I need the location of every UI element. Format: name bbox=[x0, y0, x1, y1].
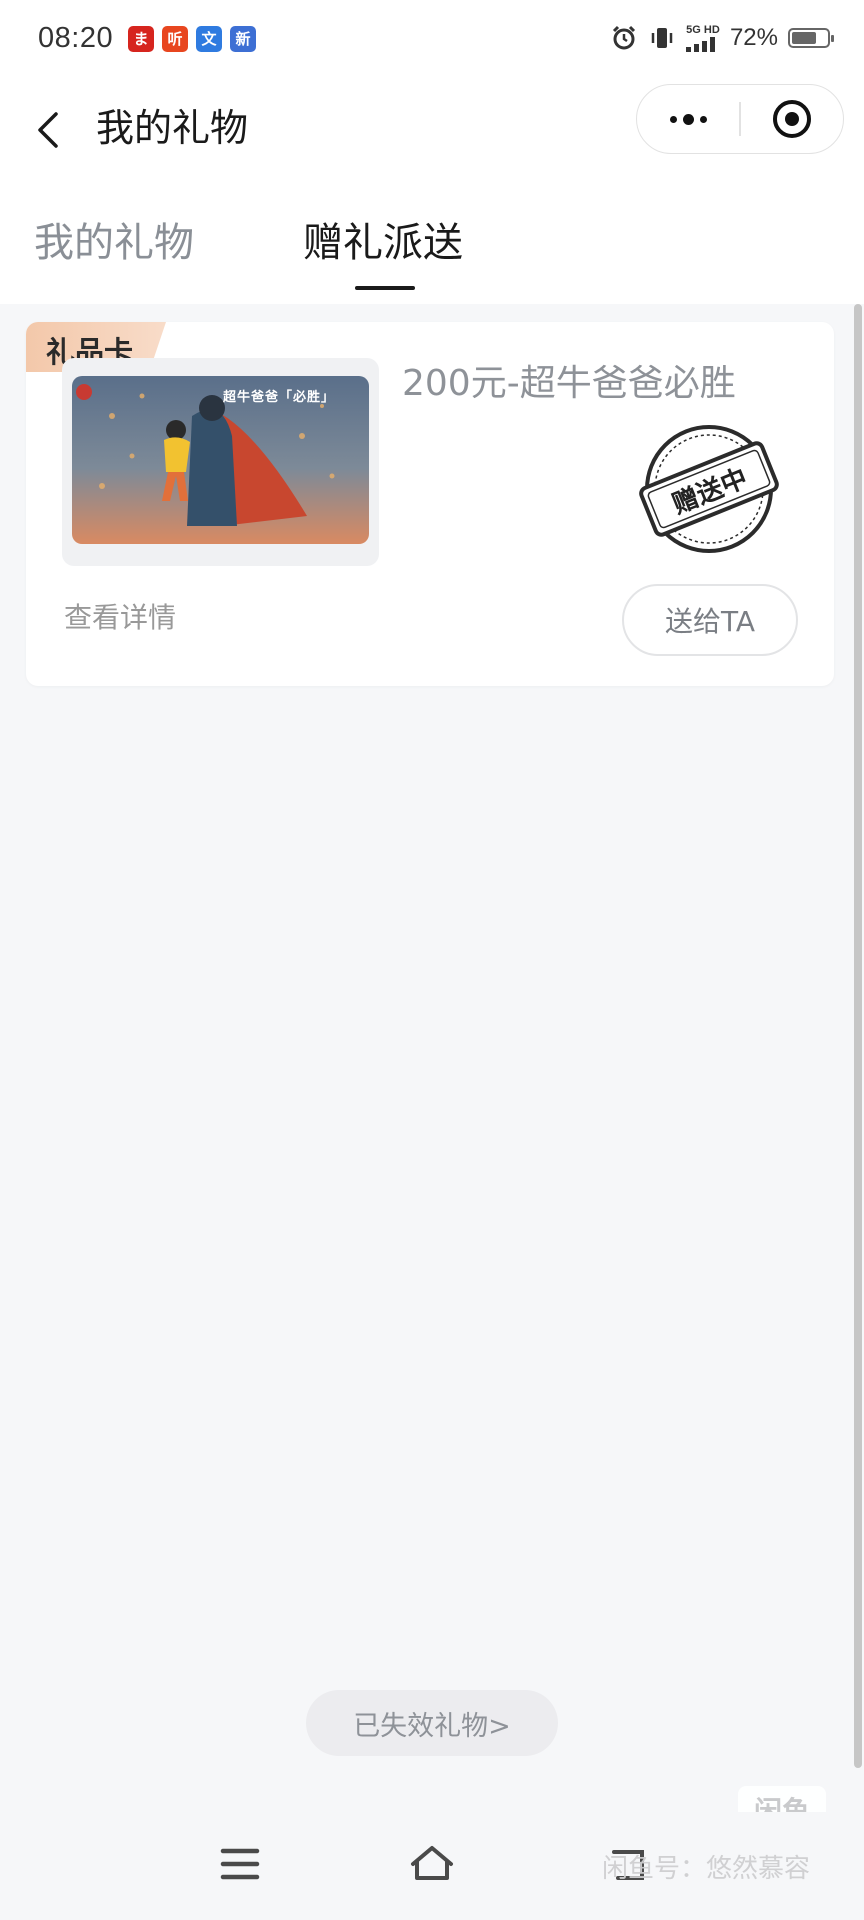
app-icon-3: 文 bbox=[196, 26, 222, 52]
nav-header: 我的礼物 bbox=[0, 84, 864, 202]
status-indicators: 5G HD 72% bbox=[610, 24, 834, 52]
active-tab-indicator bbox=[355, 286, 415, 290]
app-icon-1: ま bbox=[128, 26, 154, 52]
battery-icon bbox=[788, 28, 834, 48]
page-title: 我的礼物 bbox=[96, 106, 249, 150]
battery-percent: 72% bbox=[729, 24, 778, 51]
more-dot-icon bbox=[682, 113, 694, 125]
card-image-caption: 超牛爸爸「必胜」 bbox=[222, 390, 335, 405]
target-icon bbox=[772, 100, 811, 138]
tab-bar: 我的礼物 赠礼派送 bbox=[0, 202, 864, 304]
watermark-text: 闲鱼号：悠然慕容 bbox=[602, 1854, 811, 1884]
view-details-link[interactable]: 查看详情 bbox=[64, 596, 176, 636]
notification-app-icons: ま 听 文 新 bbox=[128, 26, 256, 52]
back-button[interactable] bbox=[28, 102, 68, 158]
tab-gift-delivery[interactable]: 赠礼派送 bbox=[303, 206, 463, 280]
battery-fill bbox=[792, 32, 816, 44]
signal-indicator: 5G HD bbox=[685, 24, 720, 52]
signal-icon bbox=[685, 37, 715, 52]
menu-icon bbox=[220, 1848, 260, 1880]
card-image-frame: 超牛爸爸「必胜」 bbox=[62, 358, 379, 566]
vibrate-icon bbox=[651, 28, 673, 48]
expired-gifts-button[interactable]: 已失效礼物> bbox=[306, 1690, 558, 1756]
tab-my-gifts[interactable]: 我的礼物 bbox=[34, 206, 194, 280]
close-miniprogram-button[interactable] bbox=[741, 85, 843, 153]
app-icon-4: 新 bbox=[230, 26, 256, 52]
more-dot-icon bbox=[669, 115, 677, 123]
gift-card[interactable]: 礼品卡 超牛爸爸「必胜」 200元-超牛爸爸必胜 赠送中 查看详情 送给TA bbox=[26, 322, 834, 686]
send-to-ta-button[interactable]: 送给TA bbox=[622, 584, 798, 656]
network-label: 5G HD bbox=[686, 24, 720, 36]
app-icon-2: 听 bbox=[162, 26, 188, 52]
home-icon bbox=[411, 1846, 453, 1880]
miniprogram-capsule bbox=[636, 84, 844, 154]
status-time: 08:20 bbox=[38, 22, 114, 54]
more-button[interactable] bbox=[637, 85, 739, 153]
card-image[interactable]: 超牛爸爸「必胜」 bbox=[72, 376, 369, 544]
sending-stamp: 赠送中 bbox=[638, 418, 780, 560]
gift-name: 200元-超牛爸爸必胜 bbox=[402, 363, 736, 404]
more-dot-icon bbox=[699, 115, 707, 123]
home-button[interactable] bbox=[402, 1834, 462, 1894]
status-bar: 08:20 ま 听 文 新 5G HD 72% bbox=[0, 0, 864, 84]
scrollbar[interactable] bbox=[854, 304, 862, 1768]
chevron-left-icon bbox=[38, 112, 58, 148]
recent-apps-button[interactable] bbox=[210, 1834, 270, 1894]
alarm-icon bbox=[612, 25, 636, 50]
stamp-text: 赠送中 bbox=[668, 462, 752, 520]
